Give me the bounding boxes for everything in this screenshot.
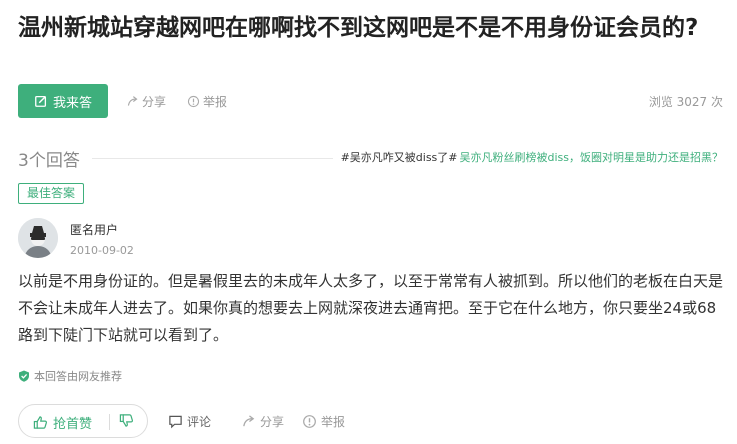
recommend-label: 本回答由网友推荐 (34, 370, 122, 383)
trending-topics: #吴亦凡咋又被diss了# 吴亦凡粉丝刷榜被diss，饭圈对明星是助力还是招黑？ (332, 149, 724, 165)
share-button[interactable]: 分享 (241, 413, 284, 430)
edit-icon (35, 95, 47, 107)
share-icon (127, 96, 138, 106)
answer-button[interactable]: 我来答 (18, 84, 108, 118)
trending-topic-link[interactable]: #吴亦凡咋又被diss了# (341, 151, 458, 164)
report-label: 举报 (203, 95, 228, 109)
best-answer-badge: 最佳答案 (18, 183, 85, 204)
question-title: 温州新城站穿越网吧在哪啊找不到这网吧是不是不用身份证会员的? (18, 15, 699, 41)
report-button[interactable]: 举报 (302, 413, 345, 430)
upvote-label: 抢首赞 (53, 417, 93, 432)
share-label: 分享 (142, 95, 167, 109)
view-count: 浏览 3027 次 (648, 95, 723, 109)
recommend-note: 本回答由网友推荐 (18, 368, 122, 384)
report-link[interactable]: 举报 (187, 93, 227, 110)
answer-body: 以前是不用身份证的。但是暑假里去的未成年人太多了，以至于常常有人被抓到。所以他们… (18, 272, 724, 344)
shield-check-icon (19, 370, 29, 382)
question-toolbar: 我来答 分享 举报 浏览 3027 次 (18, 84, 723, 118)
upvote-button[interactable]: 抢首赞 (33, 413, 92, 432)
answers-header: 3个回答 #吴亦凡咋又被diss了# 吴亦凡粉丝刷榜被diss，饭圈对明星是助力还… (18, 146, 724, 171)
vote-divider (109, 414, 110, 430)
answer-date: 2010-09-02 (70, 244, 134, 257)
vote-box: 抢首赞 (18, 404, 148, 438)
comment-button[interactable]: 评论 (168, 413, 211, 430)
thumbs-up-icon (33, 416, 47, 429)
anonymous-user-icon (18, 218, 58, 258)
comment-icon (169, 415, 182, 429)
downvote-button[interactable] (119, 413, 134, 432)
share-icon (243, 415, 255, 427)
answer-author: 匿名用户 (70, 223, 119, 237)
share-link[interactable]: 分享 (126, 93, 166, 110)
answer-footer: 抢首赞 评论 分享 举报 (18, 404, 723, 438)
report-icon (303, 415, 316, 428)
avatar (18, 218, 58, 258)
comment-label: 评论 (187, 415, 212, 429)
share-label: 分享 (260, 415, 285, 429)
report-label: 举报 (321, 415, 346, 429)
answers-count: 3个回答 (18, 151, 80, 171)
answer-button-label: 我来答 (52, 95, 92, 111)
report-icon (187, 95, 200, 108)
thumbs-down-icon (119, 414, 133, 427)
trending-article-link[interactable]: 吴亦凡粉丝刷榜被diss，饭圈对明星是助力还是招黑？ (460, 151, 724, 164)
